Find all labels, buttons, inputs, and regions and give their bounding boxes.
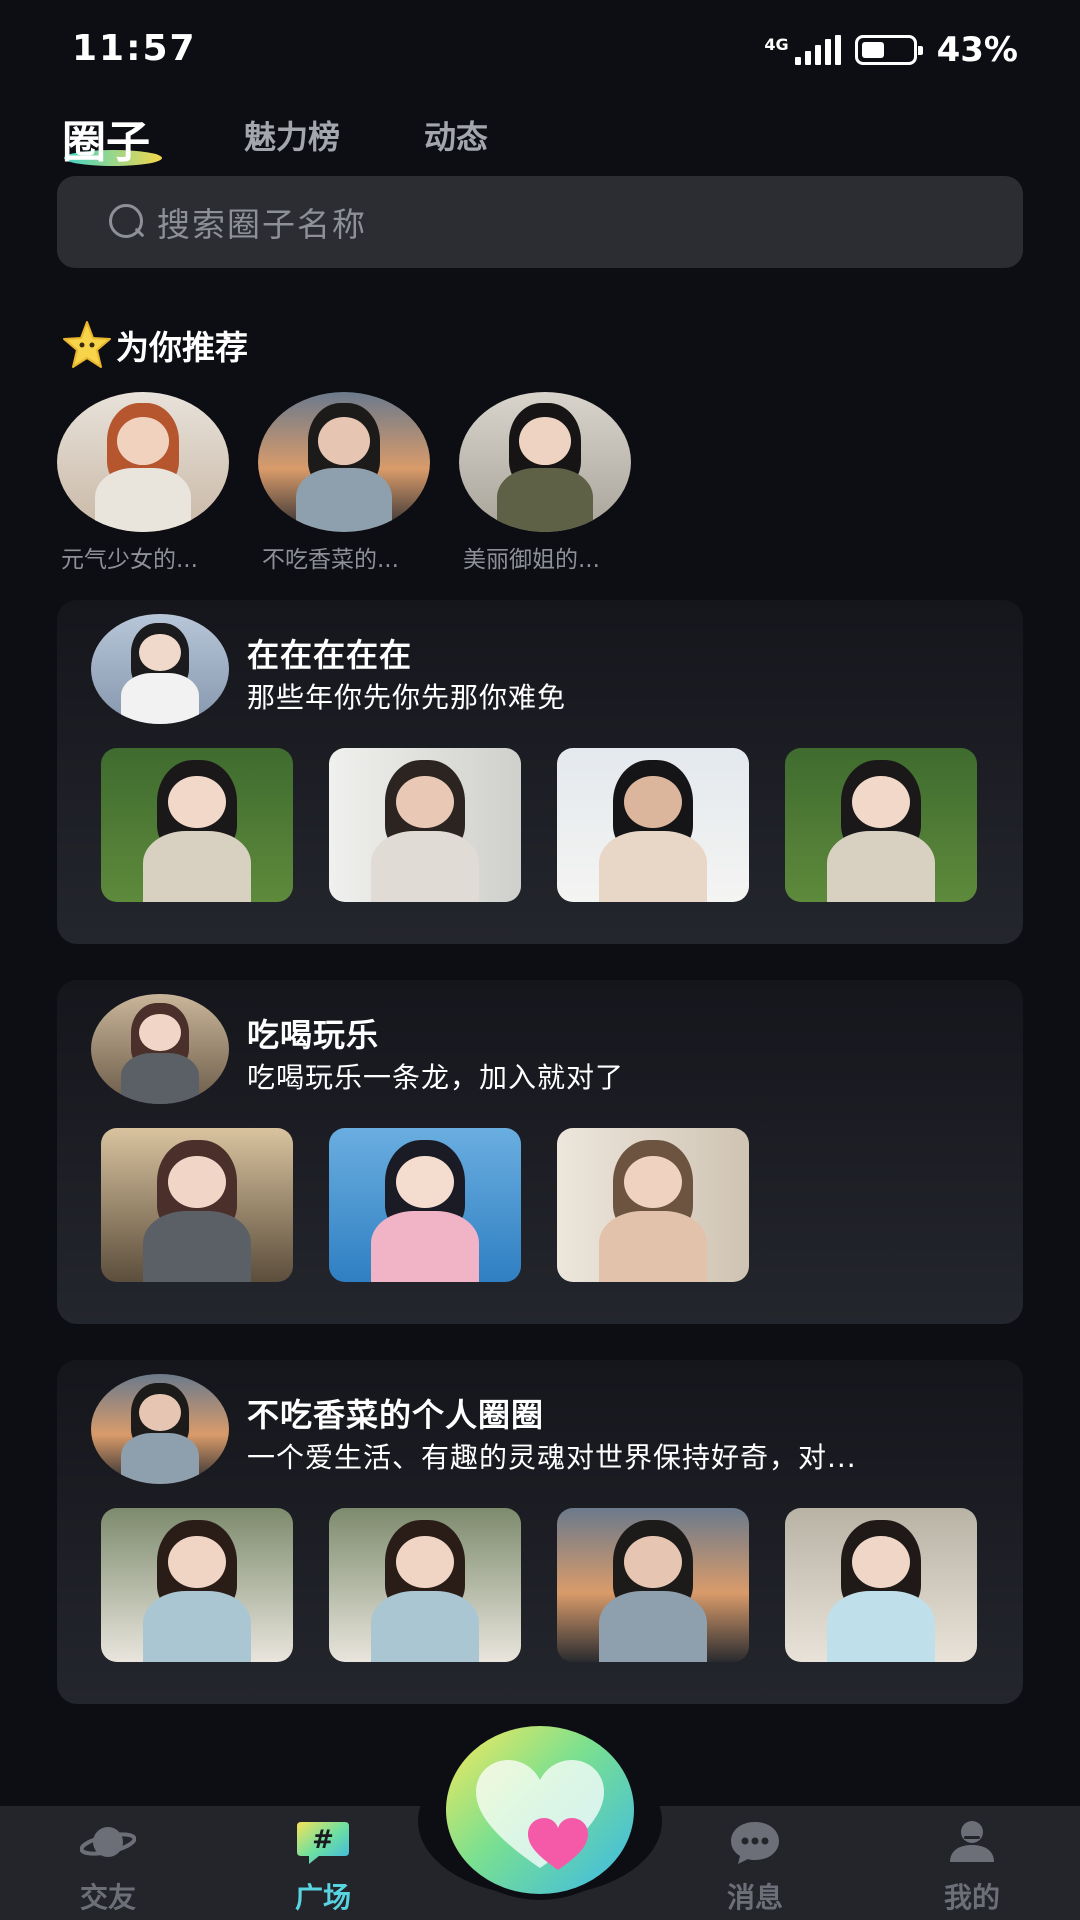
circle-avatar	[91, 614, 229, 724]
circle-thumbnails	[101, 748, 977, 902]
svg-text:#: #	[312, 1825, 334, 1855]
top-tabs: 圈子 魅力榜 动态	[58, 100, 488, 170]
tab-moments[interactable]: 动态	[424, 112, 488, 158]
status-indicators: 4G 43%	[764, 30, 1018, 70]
recommend-avatar	[258, 392, 430, 532]
recommend-title: 为你推荐	[116, 328, 248, 367]
nav-item-messages[interactable]: 消息	[680, 1818, 830, 1916]
circle-card[interactable]: 不吃香菜的个人圈圈 一个爱生活、有趣的灵魂对世界保持好奇，对...	[57, 1360, 1023, 1704]
circle-description: 一个爱生活、有趣的灵魂对世界保持好奇，对...	[247, 1441, 857, 1474]
nav-label: 交友	[79, 1881, 136, 1914]
heart-icon	[476, 1760, 604, 1870]
battery-percent: 43%	[936, 30, 1018, 70]
star-icon	[60, 318, 114, 372]
circle-photo[interactable]	[557, 1508, 749, 1662]
circle-thumbnails	[101, 1508, 977, 1662]
circle-avatar	[91, 1374, 229, 1484]
recommend-avatar	[57, 392, 229, 532]
planet-icon	[79, 1818, 137, 1866]
circle-photo[interactable]	[785, 748, 977, 902]
recommend-item[interactable]: 美丽御姐的...	[459, 392, 631, 574]
circle-description: 吃喝玩乐一条龙，加入就对了	[247, 1061, 625, 1094]
recommend-item[interactable]: 元气少女的...	[57, 392, 229, 574]
search-placeholder: 搜索圈子名称	[157, 205, 367, 244]
recommend-heading: 为你推荐	[60, 318, 248, 372]
recommend-label: 不吃香菜的...	[262, 547, 399, 573]
tab-circles[interactable]: 圈子	[58, 104, 162, 168]
battery-level	[861, 42, 884, 58]
circle-photo[interactable]	[101, 1508, 293, 1662]
tab-circles-label: 圈子	[62, 117, 150, 168]
circle-card[interactable]: 吃喝玩乐 吃喝玩乐一条龙，加入就对了	[57, 980, 1023, 1324]
recommend-label: 元气少女的...	[61, 547, 198, 573]
circle-name: 在在在在在	[247, 636, 413, 674]
circle-photo[interactable]	[329, 1128, 521, 1282]
battery-icon	[854, 35, 923, 65]
circle-avatar	[91, 994, 229, 1104]
circle-photo[interactable]	[785, 1508, 977, 1662]
nav-item-mine[interactable]: 我的	[897, 1818, 1047, 1916]
recommend-item[interactable]: 不吃香菜的...	[258, 392, 430, 574]
circle-photo[interactable]	[557, 748, 749, 902]
person-icon	[944, 1818, 1000, 1866]
nav-label: 消息	[726, 1881, 783, 1914]
nav-item-square[interactable]: # 广场	[248, 1818, 398, 1916]
signal-icon	[794, 35, 841, 65]
circle-photo[interactable]	[101, 1128, 293, 1282]
circle-card[interactable]: 在在在在在 那些年你先你先那你难免	[57, 600, 1023, 944]
circle-photo[interactable]	[329, 1508, 521, 1662]
recommend-avatar	[459, 392, 631, 532]
status-time: 11:57	[72, 28, 197, 69]
circle-photo[interactable]	[329, 748, 521, 902]
recommend-label: 美丽御姐的...	[463, 547, 600, 573]
tab-charm-ranking[interactable]: 魅力榜	[244, 112, 340, 158]
nav-label: 广场	[294, 1881, 351, 1914]
hashtag-icon: #	[295, 1818, 351, 1866]
circle-name: 吃喝玩乐	[247, 1016, 380, 1054]
nav-item-friends[interactable]: 交友	[33, 1818, 183, 1916]
search-input[interactable]: 搜索圈子名称	[57, 176, 1023, 268]
search-icon	[107, 202, 147, 242]
nav-label: 我的	[943, 1881, 1000, 1914]
chat-bubble-icon	[727, 1818, 783, 1866]
circle-thumbnails	[101, 1128, 749, 1282]
network-type: 4G	[764, 35, 789, 54]
status-bar: 11:57 4G 43%	[0, 0, 1080, 100]
center-heart-button[interactable]	[446, 1726, 634, 1894]
circle-description: 那些年你先你先那你难免	[247, 681, 567, 714]
recommend-list: 元气少女的... 不吃香菜的... 美丽御姐的...	[57, 392, 631, 574]
circle-photo[interactable]	[557, 1128, 749, 1282]
circle-name: 不吃香菜的个人圈圈	[247, 1396, 545, 1434]
circle-photo[interactable]	[101, 748, 293, 902]
